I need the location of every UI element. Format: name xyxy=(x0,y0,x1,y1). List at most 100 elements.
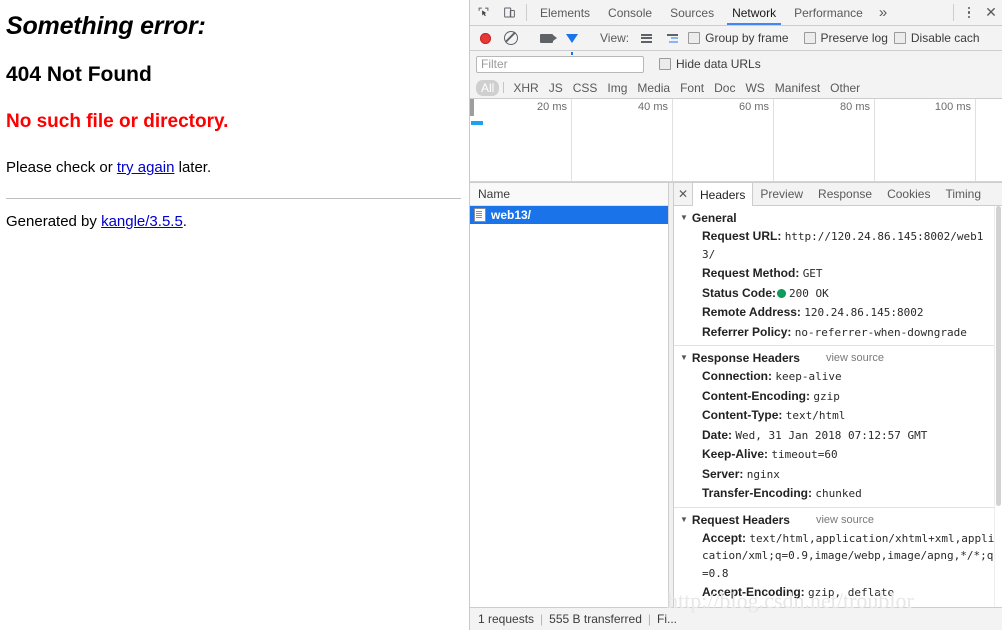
devtools-tabbar: Elements Console Sources Network Perform… xyxy=(470,0,1002,26)
view-source-link[interactable]: view source xyxy=(826,352,884,364)
request-list-header[interactable]: Name xyxy=(470,183,668,206)
header-row: Date: Wed, 31 Jan 2018 07:12:57 GMT xyxy=(680,426,996,446)
header-key: Transfer-Encoding: xyxy=(702,486,813,500)
try-again-link[interactable]: try again xyxy=(117,159,175,176)
checkbox-box[interactable] xyxy=(688,32,701,44)
request-headers-header[interactable]: ▼ Request Headers view source xyxy=(680,511,996,529)
type-filter-ws[interactable]: WS xyxy=(740,80,769,96)
header-row: Status Code: 200 OK xyxy=(680,284,996,304)
request-rows: web13/ xyxy=(470,206,668,607)
timeline-tick: 40 ms xyxy=(571,99,673,182)
header-value: text/html,application/xhtml+xml,applicat… xyxy=(702,531,995,580)
section-divider xyxy=(674,506,1002,508)
more-options-icon[interactable] xyxy=(958,0,980,25)
overview-request-band xyxy=(471,121,483,125)
header-key: Date: xyxy=(702,427,733,442)
tab-headers[interactable]: Headers xyxy=(692,183,754,206)
request-name: web13/ xyxy=(491,208,532,222)
filter-input[interactable] xyxy=(476,55,644,73)
type-filter-xhr[interactable]: XHR xyxy=(508,80,543,96)
record-icon[interactable] xyxy=(472,32,498,44)
details-tabbar: ✕ Headers Preview Response Cookies Timin… xyxy=(674,183,1002,206)
general-section-header[interactable]: ▼ General xyxy=(680,209,996,227)
hint-suffix: later. xyxy=(174,159,212,176)
timeline-tick-label: 100 ms xyxy=(934,101,971,113)
capture-screenshots-icon[interactable] xyxy=(533,33,559,43)
header-row: Accept-Language: zh-CN,zh;q=0.9,en-US;q=… xyxy=(680,603,996,608)
header-key: Request Method: xyxy=(702,266,800,280)
tab-preview[interactable]: Preview xyxy=(753,183,811,205)
timeline-tick: 60 ms xyxy=(672,99,774,182)
triangle-down-icon: ▼ xyxy=(680,514,688,524)
close-devtools-icon[interactable]: ✕ xyxy=(980,0,1002,25)
waterfall-view-icon[interactable] xyxy=(659,33,685,43)
more-tabs-icon[interactable]: » xyxy=(872,0,894,25)
filter-funnel-icon[interactable] xyxy=(559,33,585,55)
type-filter-img[interactable]: Img xyxy=(602,80,632,96)
hide-data-urls-checkbox[interactable]: Hide data URLs xyxy=(656,57,764,71)
tab-sources[interactable]: Sources xyxy=(661,0,723,25)
type-filter-font[interactable]: Font xyxy=(675,80,709,96)
header-key: Accept-Language: xyxy=(702,605,807,608)
inspect-element-icon[interactable] xyxy=(470,0,496,25)
toolbar-separator xyxy=(526,4,527,21)
type-filter-doc[interactable]: Doc xyxy=(709,80,740,96)
checkbox-box[interactable] xyxy=(803,32,816,44)
type-filter-media[interactable]: Media xyxy=(632,80,675,96)
hide-data-urls-label: Hide data URLs xyxy=(676,57,761,71)
type-filter-css[interactable]: CSS xyxy=(568,80,603,96)
timeline-tick-label: 60 ms xyxy=(739,101,769,113)
resource-type-filters: All XHR JS CSS Img Media Font Doc WS Man… xyxy=(470,77,1002,99)
response-headers-title: Response Headers xyxy=(691,351,800,365)
filter-bar: Hide data URLs xyxy=(470,51,1002,77)
checkbox-box[interactable] xyxy=(893,32,906,44)
group-by-frame-checkbox[interactable]: Group by frame xyxy=(685,31,791,45)
header-value: no-referrer-when-downgrade xyxy=(794,325,967,339)
tab-performance[interactable]: Performance xyxy=(785,0,872,25)
page-divider xyxy=(6,198,461,199)
tab-timing[interactable]: Timing xyxy=(938,183,989,205)
clear-icon[interactable] xyxy=(498,31,524,45)
triangle-down-icon: ▼ xyxy=(680,213,688,222)
tab-elements[interactable]: Elements xyxy=(531,0,599,25)
response-headers-header[interactable]: ▼ Response Headers view source xyxy=(680,349,996,367)
request-details-panel: ✕ Headers Preview Response Cookies Timin… xyxy=(674,183,1002,607)
header-key: Accept-Encoding: xyxy=(702,585,805,599)
checkbox-box[interactable] xyxy=(659,58,671,70)
header-value: GET xyxy=(802,267,823,280)
timeline-tick-label: 20 ms xyxy=(537,101,567,113)
scrollbar-thumb[interactable] xyxy=(996,206,1001,506)
tab-response[interactable]: Response xyxy=(811,183,880,205)
header-value: gzip, deflate xyxy=(808,586,895,599)
type-filter-all[interactable]: All xyxy=(476,79,500,96)
error-message: No such file or directory. xyxy=(6,111,229,132)
request-row-web13[interactable]: web13/ xyxy=(470,206,668,224)
header-key: Connection: xyxy=(702,369,772,383)
header-value: chunked xyxy=(815,487,862,500)
device-toolbar-icon[interactable] xyxy=(496,0,522,25)
generated-by: Generated by kangle/3.5.5. xyxy=(6,213,461,230)
close-details-icon[interactable]: ✕ xyxy=(674,183,692,205)
details-scrollbar[interactable] xyxy=(994,206,1002,607)
preserve-log-checkbox[interactable]: Preserve log xyxy=(801,31,891,45)
tab-network[interactable]: Network xyxy=(723,0,785,25)
kangle-link[interactable]: kangle/3.5.5 xyxy=(101,213,183,230)
header-row: Content-Type: text/html xyxy=(680,406,996,426)
type-filter-manifest[interactable]: Manifest xyxy=(770,80,825,96)
network-split: Name web13/ ✕ Headers Preview Response C… xyxy=(470,183,1002,607)
disable-cache-label: Disable cach xyxy=(910,31,980,45)
disable-cache-checkbox[interactable]: Disable cach xyxy=(891,31,983,45)
list-view-icon[interactable] xyxy=(633,33,659,43)
requests-count: 1 requests xyxy=(478,612,535,626)
header-key: Remote Address: xyxy=(702,305,801,319)
type-filter-other[interactable]: Other xyxy=(825,80,865,96)
view-source-link[interactable]: view source xyxy=(816,514,874,526)
document-icon xyxy=(474,208,486,222)
network-overview-timeline[interactable]: 20 ms 40 ms 60 ms 80 ms 100 ms xyxy=(470,99,1002,183)
request-headers-title: Request Headers xyxy=(691,512,790,527)
page-title: Something error: xyxy=(6,12,206,40)
type-filter-js[interactable]: JS xyxy=(544,80,568,96)
tab-cookies[interactable]: Cookies xyxy=(880,183,938,205)
header-row: Remote Address: 120.24.86.145:8002 xyxy=(680,303,996,323)
tab-console[interactable]: Console xyxy=(599,0,661,25)
